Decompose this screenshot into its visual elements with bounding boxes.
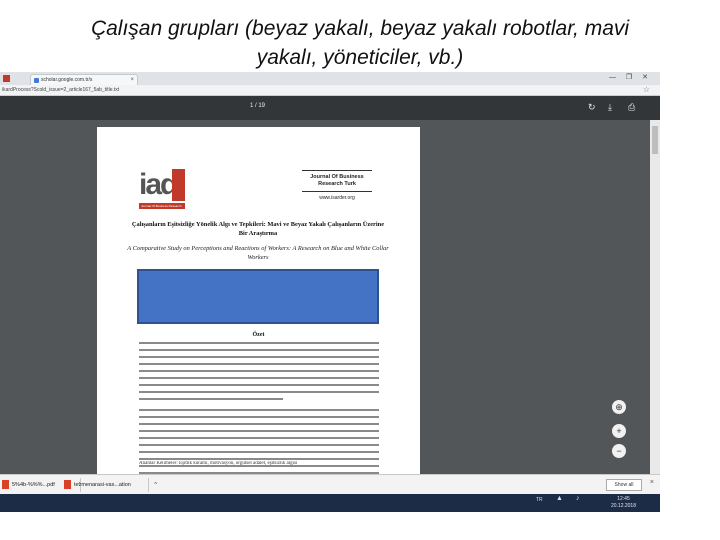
page-counter: 1 / 19: [250, 103, 266, 109]
browser-tab[interactable]: scholar.google.com.tr/s ×: [30, 74, 138, 85]
logo-red-bar: [172, 169, 185, 201]
taskbar: TR ▲ ♪ 12:45 20.12.2018: [0, 494, 660, 512]
network-icon[interactable]: ▲: [556, 495, 563, 502]
article-title-en: A Comparative Study on Perceptions and R…: [127, 245, 389, 261]
close-downloads-icon[interactable]: ×: [650, 479, 654, 486]
slide-title-line-2: yakalı, yöneticiler, vb.): [256, 46, 464, 69]
bookmark-star-icon[interactable]: ☆: [643, 85, 650, 95]
app-icon: [3, 75, 10, 82]
zoom-in-button[interactable]: +: [612, 424, 626, 438]
pdf-page: iad Journal Of Business Research Journal…: [97, 127, 420, 488]
window-controls[interactable]: — ❐ ✕: [609, 73, 652, 81]
scrollbar[interactable]: [650, 120, 660, 474]
rotate-icon[interactable]: ↻: [588, 102, 596, 112]
keywords: Anahtar Kelimeler: Eşitlik kuramı, motiv…: [139, 461, 298, 466]
scroll-thumb[interactable]: [652, 126, 658, 154]
show-all-button[interactable]: Show all: [606, 479, 642, 491]
clock-time: 12:45: [617, 496, 630, 502]
clock[interactable]: 12:45 20.12.2018: [611, 496, 636, 510]
volume-icon[interactable]: ♪: [576, 495, 580, 502]
favicon-icon: [34, 78, 39, 83]
slide-title: Çalışan grupları (beyaz yakalı, beyaz ya…: [40, 14, 680, 72]
article-title-tr: Çalışanların Eşitsizliğe Yönelik Algı ve…: [131, 221, 385, 237]
journal-name: Journal Of Business Research Turk: [310, 174, 364, 187]
tab-title: scholar.google.com.tr/s: [41, 77, 93, 83]
fit-page-icon[interactable]: ⊕: [612, 400, 626, 414]
download-caret-icon[interactable]: ^: [154, 482, 157, 488]
blue-overlay-box: [137, 269, 379, 324]
download-item[interactable]: tezmenarasi-vas...ation ^: [64, 479, 157, 491]
tab-close-icon[interactable]: ×: [130, 75, 134, 85]
slide-title-line-1: Çalışan grupları (beyaz yakalı, beyaz ya…: [90, 17, 630, 40]
download-item-label: 5%4b-%%%...pdf: [12, 482, 55, 488]
downloads-bar: 5%4b-%%%...pdf ^ tezmenarasi-vas...ation…: [0, 474, 660, 494]
tab-bar: scholar.google.com.tr/s × — ❐ ✕: [0, 72, 660, 85]
journal-site: www.isarder.org: [319, 195, 355, 201]
logo-strip: Journal Of Business Research: [139, 203, 185, 209]
url-text[interactable]: ikardProcess?Scold_issue=2_article167_5a…: [2, 86, 119, 95]
address-bar[interactable]: ikardProcess?Scold_issue=2_article167_5a…: [0, 85, 660, 96]
journal-name-block: Journal Of Business Research Turk www.is…: [302, 167, 372, 202]
pdf-toolbar: 1 / 19 ↻ ⤓ ⎙: [0, 96, 660, 120]
language-indicator[interactable]: TR: [536, 497, 543, 503]
journal-logo: iad Journal Of Business Research: [139, 169, 185, 211]
abstract-heading: Özet: [252, 332, 265, 338]
pdf-file-icon: [2, 480, 9, 490]
abstract-body: [139, 342, 379, 493]
print-icon[interactable]: ⎙: [628, 102, 635, 112]
clock-date: 20.12.2018: [610, 503, 636, 509]
download-item-label: tezmenarasi-vas...ation: [74, 482, 131, 488]
browser-screenshot: scholar.google.com.tr/s × — ❐ ✕ ikardPro…: [0, 72, 660, 512]
download-icon[interactable]: ⤓: [608, 102, 612, 112]
file-icon: [64, 480, 71, 490]
zoom-out-button[interactable]: −: [612, 444, 626, 458]
